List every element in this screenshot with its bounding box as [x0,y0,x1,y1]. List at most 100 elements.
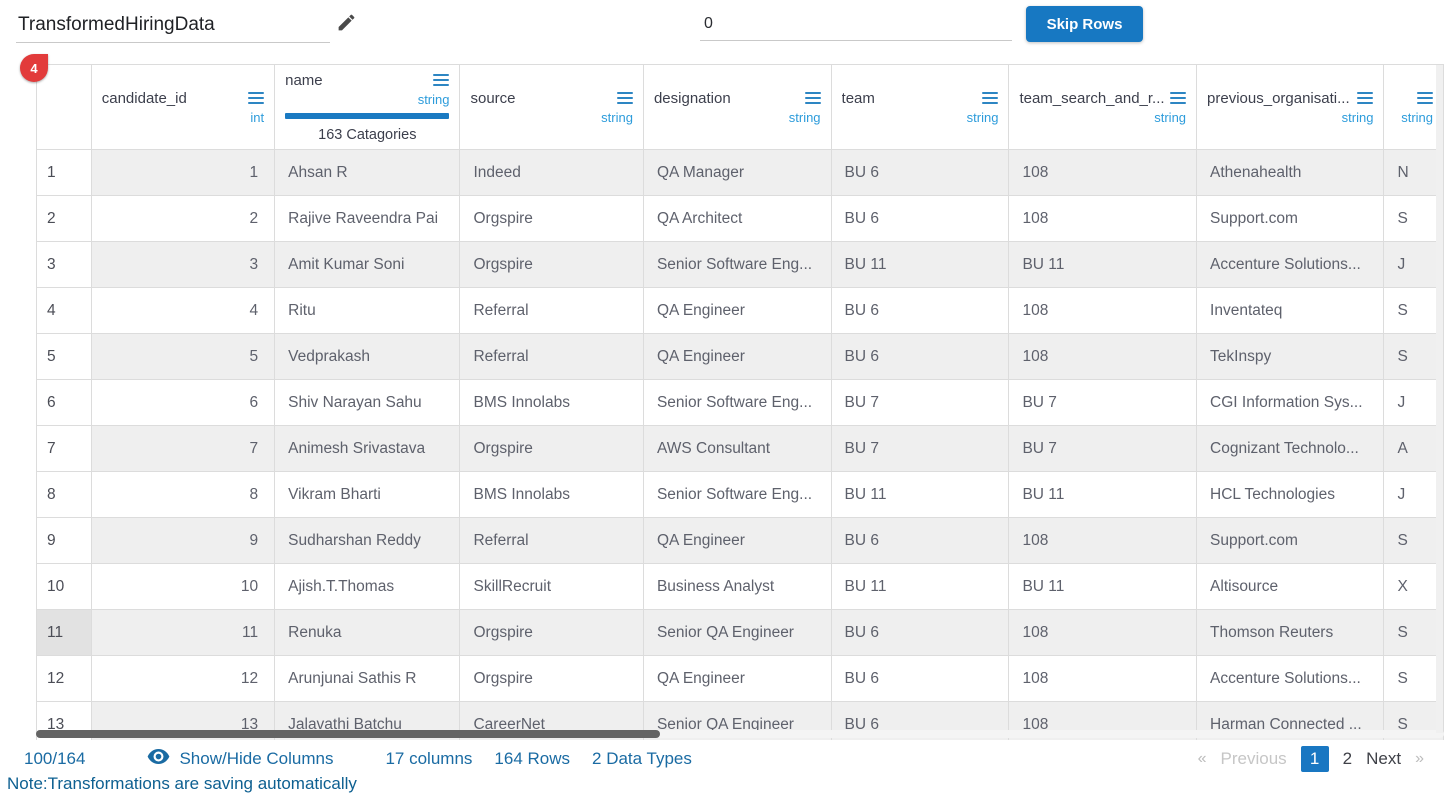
cell[interactable]: BU 6 [831,288,1009,334]
column-menu-icon[interactable] [248,89,264,107]
cell[interactable]: Cognizant Technolo... [1197,426,1384,472]
show-hide-columns-button[interactable]: Show/Hide Columns [147,749,333,769]
cell[interactable]: 7 [91,426,274,472]
cell[interactable]: AWS Consultant [643,426,831,472]
cell[interactable]: Referral [460,334,643,380]
cell[interactable]: Orgspire [460,196,643,242]
cell[interactable]: S [1384,518,1444,564]
pagination-last-icon[interactable]: » [1415,750,1424,768]
cell[interactable]: BU 6 [831,518,1009,564]
cell[interactable]: 108 [1009,196,1197,242]
cell[interactable]: Sudharshan Reddy [275,518,460,564]
cell[interactable]: Arunjunai Sathis R [275,656,460,702]
cell[interactable]: Ajish.T.Thomas [275,564,460,610]
cell[interactable]: BMS Innolabs [460,380,643,426]
cell[interactable]: 108 [1009,288,1197,334]
cell[interactable]: SkillRecruit [460,564,643,610]
row-number-cell[interactable]: 11 [37,610,92,656]
cell[interactable]: Orgspire [460,610,643,656]
cell[interactable]: Vedprakash [275,334,460,380]
cell[interactable]: BU 7 [1009,380,1197,426]
row-number-cell[interactable]: 1 [37,150,92,196]
column-menu-icon[interactable] [1417,89,1433,107]
row-number-cell[interactable]: 5 [37,334,92,380]
cell[interactable]: BU 6 [831,610,1009,656]
row-number-cell[interactable]: 2 [37,196,92,242]
cell[interactable]: Business Analyst [643,564,831,610]
cell[interactable]: Altisource [1197,564,1384,610]
cell[interactable]: 108 [1009,334,1197,380]
pagination-first-icon[interactable]: « [1198,750,1207,768]
cell[interactable]: N [1384,150,1444,196]
cell[interactable]: BU 11 [1009,472,1197,518]
cell[interactable]: BU 11 [831,472,1009,518]
column-header-source[interactable]: sourcestring [460,65,643,150]
previous-page-button[interactable]: Previous [1221,749,1287,769]
horizontal-scrollbar-track[interactable] [36,730,1444,738]
cell[interactable]: Ahsan R [275,150,460,196]
cell[interactable]: Inventateq [1197,288,1384,334]
cell[interactable]: Senior Software Eng... [643,242,831,288]
cell[interactable]: 11 [91,610,274,656]
cell[interactable]: CGI Information Sys... [1197,380,1384,426]
cell[interactable]: Senior Software Eng... [643,380,831,426]
cell[interactable]: J [1384,380,1444,426]
cell[interactable]: Support.com [1197,518,1384,564]
cell[interactable]: 108 [1009,656,1197,702]
cell[interactable]: QA Engineer [643,288,831,334]
row-number-cell[interactable]: 10 [37,564,92,610]
cell[interactable]: BU 6 [831,196,1009,242]
cell[interactable]: Renuka [275,610,460,656]
cell[interactable]: BU 7 [831,426,1009,472]
cell[interactable]: BU 7 [831,380,1009,426]
cell[interactable]: 6 [91,380,274,426]
cell[interactable]: 3 [91,242,274,288]
row-number-cell[interactable]: 12 [37,656,92,702]
cell[interactable]: Thomson Reuters [1197,610,1384,656]
cell[interactable]: Support.com [1197,196,1384,242]
cell[interactable]: BMS Innolabs [460,472,643,518]
cell[interactable]: BU 11 [1009,242,1197,288]
cell[interactable]: A [1384,426,1444,472]
cell[interactable]: 8 [91,472,274,518]
cell[interactable]: QA Manager [643,150,831,196]
cell[interactable]: Ritu [275,288,460,334]
cell[interactable]: S [1384,610,1444,656]
cell[interactable]: BU 11 [1009,564,1197,610]
column-menu-icon[interactable] [805,89,821,107]
skip-rows-button[interactable]: Skip Rows [1026,6,1143,42]
cell[interactable]: J [1384,242,1444,288]
cell[interactable]: Accenture Solutions... [1197,656,1384,702]
cell[interactable]: 10 [91,564,274,610]
cell[interactable]: X [1384,564,1444,610]
column-header-designation[interactable]: designationstring [643,65,831,150]
row-number-cell[interactable]: 9 [37,518,92,564]
cell[interactable]: Indeed [460,150,643,196]
cell[interactable]: 12 [91,656,274,702]
row-number-cell[interactable]: 4 [37,288,92,334]
cell[interactable]: Shiv Narayan Sahu [275,380,460,426]
cell[interactable]: Referral [460,288,643,334]
cell[interactable]: Accenture Solutions... [1197,242,1384,288]
column-header-clipped[interactable]: string [1384,65,1444,150]
cell[interactable]: Orgspire [460,426,643,472]
cell[interactable]: Animesh Srivastava [275,426,460,472]
row-number-cell[interactable]: 8 [37,472,92,518]
page-2-button[interactable]: 2 [1343,749,1352,769]
cell[interactable]: 108 [1009,518,1197,564]
skip-rows-input[interactable] [700,8,1012,41]
cell[interactable]: BU 6 [831,150,1009,196]
next-page-button[interactable]: Next [1366,749,1401,769]
cell[interactable]: J [1384,472,1444,518]
cell[interactable]: BU 7 [1009,426,1197,472]
cell[interactable]: 4 [91,288,274,334]
row-number-cell[interactable]: 6 [37,380,92,426]
cell[interactable]: Orgspire [460,242,643,288]
column-menu-icon[interactable] [1357,89,1373,107]
cell[interactable]: BU 11 [831,242,1009,288]
cell[interactable]: QA Architect [643,196,831,242]
dataset-name-input[interactable] [16,8,330,43]
cell[interactable]: BU 11 [831,564,1009,610]
column-menu-icon[interactable] [982,89,998,107]
cell[interactable]: Vikram Bharti [275,472,460,518]
